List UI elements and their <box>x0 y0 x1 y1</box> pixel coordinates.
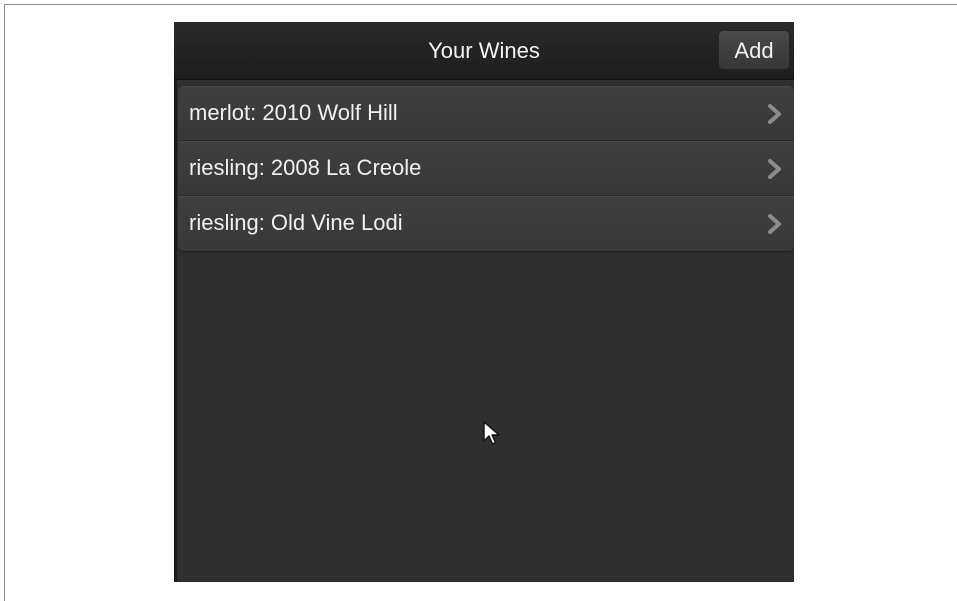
list-item[interactable]: merlot: 2010 Wolf Hill <box>178 86 794 141</box>
chevron-right-icon <box>768 159 781 179</box>
list-item-label: riesling: Old Vine Lodi <box>189 210 403 235</box>
page-title: Your Wines <box>428 38 540 63</box>
list-item-label: merlot: 2010 Wolf Hill <box>189 100 398 125</box>
list-item[interactable]: riesling: 2008 La Creole <box>178 141 794 196</box>
list-item-label: riesling: 2008 La Creole <box>189 155 422 180</box>
chevron-right-icon <box>768 104 781 124</box>
add-button[interactable]: Add <box>718 30 790 70</box>
nav-bar: Your Wines Add <box>174 22 794 80</box>
mouse-cursor-icon <box>483 421 500 445</box>
wine-list: merlot: 2010 Wolf Hill riesling: 2008 La… <box>178 86 794 251</box>
screen-edge <box>174 22 177 582</box>
chevron-right-icon <box>768 214 781 234</box>
list-item[interactable]: riesling: Old Vine Lodi <box>178 196 794 251</box>
app-screen: Your Wines Add merlot: 2010 Wolf Hill ri… <box>174 22 794 582</box>
